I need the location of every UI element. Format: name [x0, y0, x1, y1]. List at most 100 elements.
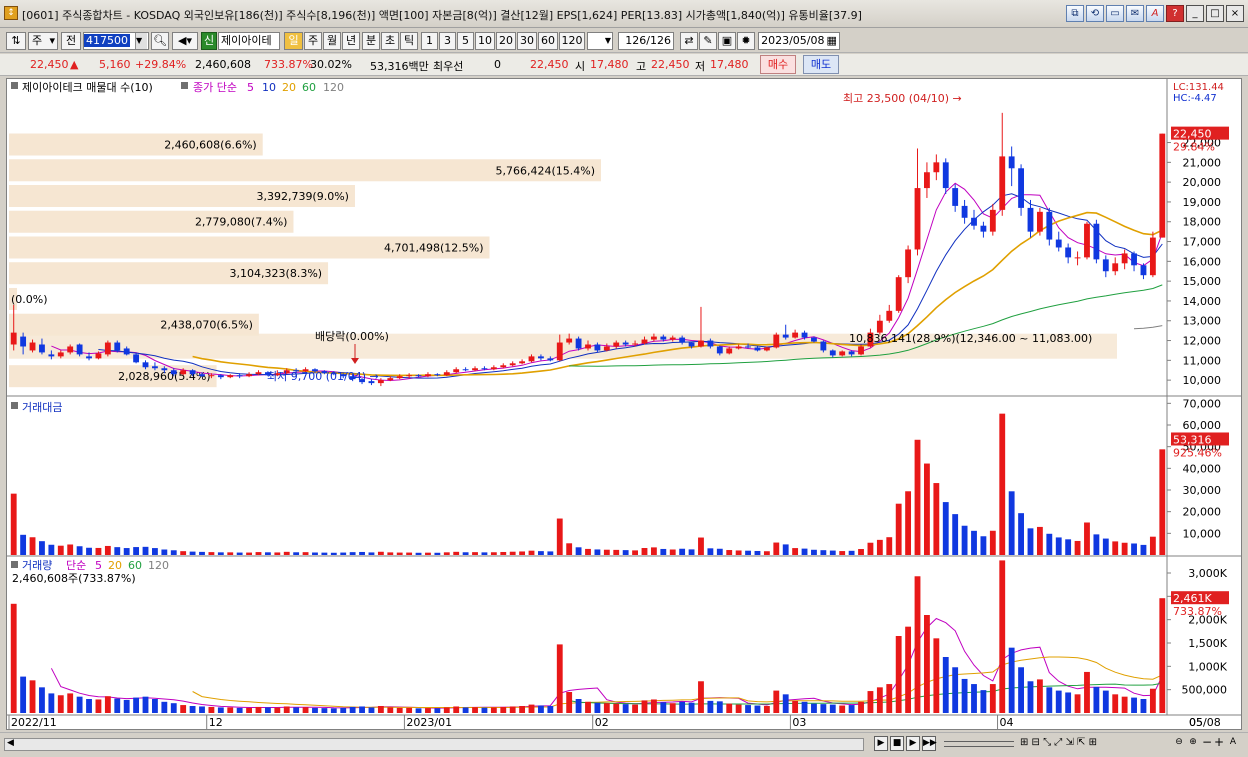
period-minute-button[interactable]: 분 [362, 32, 380, 50]
ma-menu-icon[interactable] [181, 82, 188, 89]
minute-30-button[interactable]: 30 [517, 32, 537, 50]
tool-arrow-icon[interactable]: ⇄ [680, 32, 698, 50]
volume-value: 2,460,608 [195, 58, 251, 71]
window-button[interactable]: ▭ [1106, 5, 1124, 22]
candle-body [76, 344, 83, 355]
candle-body [1018, 168, 1024, 208]
auto-scale-button[interactable]: A [1226, 736, 1240, 751]
minute-10-button[interactable]: 10 [475, 32, 495, 50]
volume-bar [754, 705, 761, 713]
period-tick-button[interactable]: 틱 [400, 32, 418, 50]
amount-bar [104, 545, 111, 555]
stock-chart-svg[interactable]: 2,460,608(6.6%) 5,766,424(15.4%) 3,392,739… [7, 79, 1241, 729]
amount-bar [801, 548, 808, 555]
minimize-button[interactable]: _ [1186, 5, 1204, 22]
period-select[interactable]: 주 ▾ [28, 32, 58, 50]
plus-button[interactable]: + [1212, 736, 1226, 751]
prev-button[interactable]: 전 [61, 32, 81, 50]
date-input[interactable]: 2023/05/08 ▦ [758, 32, 840, 50]
minute-3-button[interactable]: 3 [439, 32, 456, 50]
gear-icon[interactable]: ✹ [737, 32, 755, 50]
amount-menu-icon[interactable] [11, 402, 18, 409]
help-button[interactable]: ? [1166, 5, 1184, 22]
amount-bar [199, 551, 205, 555]
amount-tick-label: 10,000 [1183, 527, 1222, 540]
step-button[interactable]: ▶ [906, 736, 920, 751]
period-year-button[interactable]: 년 [342, 32, 360, 50]
low-value: 17,480 [710, 58, 749, 71]
volume-bar [133, 697, 140, 713]
price-change: 5,160 [99, 58, 131, 71]
mail-button[interactable]: ✉ [1126, 5, 1144, 22]
zoom-in-icon[interactable]: ⊕ [1186, 736, 1200, 751]
sell-button[interactable]: 매도 [803, 55, 839, 74]
volume-bar [377, 706, 384, 713]
candle-body [754, 347, 761, 351]
turnover-ratio: 30.02% [310, 58, 352, 71]
zoom-out-icon[interactable]: ⊖ [1172, 736, 1186, 751]
minute-5-button[interactable]: 5 [457, 32, 474, 50]
minute-60-button[interactable]: 60 [538, 32, 558, 50]
maximize-button[interactable]: □ [1206, 5, 1224, 22]
minute-1-button[interactable]: 1 [421, 32, 438, 50]
horizontal-scrollbar[interactable]: ◀ [4, 738, 864, 751]
amount-bar [632, 550, 638, 555]
amount-bar [349, 552, 356, 555]
amount-bar [1055, 537, 1062, 555]
volume-bar [613, 703, 620, 713]
custom-minute-select[interactable]: ▼ [587, 32, 613, 50]
cascade-button[interactable]: ⧉ [1066, 5, 1084, 22]
period-second-button[interactable]: 초 [381, 32, 399, 50]
volume-bar [189, 706, 196, 713]
count-input[interactable]: 126/126 [618, 32, 674, 50]
volume-bar [142, 696, 149, 713]
volume-profile-label: 2,779,080(7.4%) [195, 216, 288, 229]
period-month-button[interactable]: 월 [323, 32, 341, 50]
speaker-icon[interactable]: ◀▾ [172, 32, 198, 50]
amount-bar [895, 503, 902, 555]
play-button[interactable]: ▶ [874, 736, 888, 751]
candle-body [199, 374, 205, 377]
buy-button[interactable]: 매수 [760, 55, 796, 74]
volume-bar [359, 706, 365, 713]
stop-button[interactable]: ■ [890, 736, 904, 751]
period-day-button[interactable]: 일 [284, 32, 303, 50]
stock-name-field[interactable]: 제이아이테 [218, 32, 280, 50]
font-button[interactable]: A [1146, 5, 1164, 22]
volume-bar [387, 707, 394, 713]
close-button[interactable]: × [1226, 5, 1244, 22]
amount-bar [29, 537, 36, 555]
candle-body [1008, 156, 1015, 169]
stock-code-input[interactable]: 417500 ▼ [83, 32, 149, 50]
amount-bar [669, 549, 676, 555]
chart-tools-icon[interactable]: ⊞ ⊟ ⤡ ⤢ ⇲ ⇱ ⊞ [1020, 737, 1097, 748]
scroll-left-icon[interactable]: ◀ [7, 738, 14, 748]
chart-tool-icon[interactable]: ✎ [699, 32, 717, 50]
volume-bar [255, 706, 262, 713]
save-icon[interactable]: ▣ [718, 32, 736, 50]
refresh-button[interactable]: ⟲ [1086, 5, 1104, 22]
chevron-down-icon: ▼ [135, 33, 147, 49]
chart-area[interactable]: 2,460,608(6.6%) 5,766,424(15.4%) 3,392,739… [6, 78, 1242, 730]
search-icon[interactable]: 🔍︎ [151, 32, 169, 50]
zoom-slider[interactable] [944, 741, 1014, 747]
candle-body [980, 225, 987, 232]
minute-120-button[interactable]: 120 [559, 32, 585, 50]
lock-icon[interactable]: ⇅ [6, 32, 26, 50]
volume-tick-label: 1,500K [1188, 637, 1227, 650]
price-tick-label: 17,000 [1183, 236, 1222, 249]
amount-bar [180, 551, 187, 555]
volume-bar [1112, 694, 1119, 713]
candle-body [95, 353, 102, 359]
period-week-button[interactable]: 주 [304, 32, 322, 50]
volume-bar [321, 708, 328, 713]
volume-menu-icon[interactable] [11, 561, 18, 568]
amount-bar [735, 550, 742, 555]
candle-body [792, 332, 799, 338]
volume-bar [170, 703, 177, 713]
fast-forward-button[interactable]: ▶▶ [922, 736, 937, 751]
minute-20-button[interactable]: 20 [496, 32, 516, 50]
panel-menu-icon[interactable] [11, 82, 18, 89]
volume-legend-prefix: 단순 [66, 559, 86, 572]
price-tick-label: 20,000 [1183, 176, 1222, 189]
